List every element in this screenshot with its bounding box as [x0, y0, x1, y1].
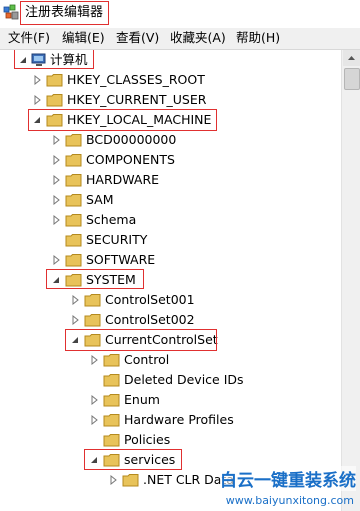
expand-arrow-icon[interactable] — [51, 135, 61, 145]
registry-editor-icon — [3, 4, 19, 20]
vertical-scrollbar[interactable] — [341, 50, 360, 511]
tree-label: Enum — [124, 392, 160, 407]
tree-label: Hardware Profiles — [124, 412, 234, 427]
folder-icon — [103, 354, 120, 367]
tree-node-control[interactable]: Control — [0, 350, 341, 370]
expand-arrow-icon[interactable] — [32, 75, 42, 85]
registry-tree: 计算机 HKEY_CLASSES_ROOT HKEY_CURRENT_USER … — [0, 50, 341, 511]
folder-icon — [65, 274, 82, 287]
expand-arrow-icon[interactable] — [51, 255, 61, 265]
tree-node-bcd[interactable]: BCD00000000 — [0, 130, 341, 150]
tree-node-components[interactable]: COMPONENTS — [0, 150, 341, 170]
tree-label: HKEY_CURRENT_USER — [67, 92, 207, 107]
expand-arrow-icon[interactable] — [51, 175, 61, 185]
folder-icon — [46, 114, 63, 127]
watermark-url: www.baiyunxitong.com — [225, 494, 354, 507]
menu-bar: 文件(F) 编辑(E) 查看(V) 收藏夹(A) 帮助(H) — [0, 28, 360, 50]
tree-label: SAM — [86, 192, 114, 207]
folder-icon — [65, 174, 82, 187]
folder-icon — [103, 434, 120, 447]
expand-arrow-icon[interactable] — [70, 295, 80, 305]
tree-node-hkcr[interactable]: HKEY_CLASSES_ROOT — [0, 70, 341, 90]
collapse-arrow-icon[interactable] — [70, 335, 80, 345]
tree-label: SECURITY — [86, 232, 148, 247]
tree-label: Policies — [124, 432, 171, 447]
tree-label: Control — [124, 352, 170, 367]
tree-label: ControlSet002 — [105, 312, 195, 327]
folder-icon — [46, 74, 63, 87]
tree-label: services — [124, 452, 176, 467]
tree-label: HKEY_CLASSES_ROOT — [67, 72, 205, 87]
collapse-arrow-icon[interactable] — [18, 55, 28, 65]
tree-node-currentcontrolset[interactable]: CurrentControlSet — [0, 330, 341, 350]
tree-node-schema[interactable]: Schema — [0, 210, 341, 230]
tree-node-software[interactable]: SOFTWARE — [0, 250, 341, 270]
folder-icon — [84, 294, 101, 307]
folder-icon — [84, 334, 101, 347]
computer-icon — [31, 53, 46, 66]
folder-icon — [103, 414, 120, 427]
expand-arrow-icon[interactable] — [89, 415, 99, 425]
tree-node-hklm[interactable]: HKEY_LOCAL_MACHINE — [0, 110, 341, 130]
menu-file[interactable]: 文件(F) — [8, 30, 50, 46]
tree-node-enum[interactable]: Enum — [0, 390, 341, 410]
expand-arrow-icon[interactable] — [51, 195, 61, 205]
expand-arrow-icon[interactable] — [51, 155, 61, 165]
expand-arrow-icon[interactable] — [51, 215, 61, 225]
tree-node-system[interactable]: SYSTEM — [0, 270, 341, 290]
watermark-text: 白云一键重装系统 — [220, 466, 356, 491]
folder-icon — [103, 394, 120, 407]
folder-icon — [103, 454, 120, 467]
expand-arrow-icon[interactable] — [89, 355, 99, 365]
tree-node-deleted-device-ids[interactable]: Deleted Device IDs — [0, 370, 341, 390]
folder-icon — [46, 94, 63, 107]
tree-label: SYSTEM — [86, 272, 136, 287]
tree-label: HARDWARE — [86, 172, 160, 187]
collapse-arrow-icon[interactable] — [32, 115, 42, 125]
tree-node-policies[interactable]: Policies — [0, 430, 341, 450]
expand-arrow-icon[interactable] — [89, 395, 99, 405]
tree-label: CurrentControlSet — [105, 332, 218, 347]
tree-node-hardware-profiles[interactable]: Hardware Profiles — [0, 410, 341, 430]
tree-node-sam[interactable]: SAM — [0, 190, 341, 210]
folder-icon — [65, 134, 82, 147]
tree-label: Deleted Device IDs — [124, 372, 244, 387]
expand-arrow-icon[interactable] — [70, 315, 80, 325]
scroll-thumb[interactable] — [344, 68, 360, 90]
tree-label: Schema — [86, 212, 137, 227]
folder-icon — [65, 214, 82, 227]
tree-label: SOFTWARE — [86, 252, 156, 267]
tree-node-hardware[interactable]: HARDWARE — [0, 170, 341, 190]
tree-node-hkcu[interactable]: HKEY_CURRENT_USER — [0, 90, 341, 110]
folder-icon — [65, 254, 82, 267]
window-title: 注册表编辑器 — [20, 1, 110, 25]
menu-favorites[interactable]: 收藏夹(A) — [170, 30, 226, 46]
tree-node-controlset001[interactable]: ControlSet001 — [0, 290, 341, 310]
collapse-arrow-icon[interactable] — [51, 275, 61, 285]
tree-node-computer[interactable]: 计算机 — [0, 50, 341, 70]
folder-icon — [103, 374, 120, 387]
expand-arrow-icon[interactable] — [108, 475, 118, 485]
folder-icon — [84, 314, 101, 327]
scroll-up-button[interactable] — [343, 50, 360, 66]
menu-help[interactable]: 帮助(H) — [236, 30, 280, 46]
tree-label: 计算机 — [50, 52, 88, 67]
title-bar: 注册表编辑器 — [0, 0, 360, 26]
tree-label: COMPONENTS — [86, 152, 175, 167]
tree-node-controlset002[interactable]: ControlSet002 — [0, 310, 341, 330]
chevron-up-icon — [348, 56, 355, 60]
tree-label: ControlSet001 — [105, 292, 195, 307]
expand-arrow-icon[interactable] — [32, 95, 42, 105]
tree-label: BCD00000000 — [86, 132, 177, 147]
folder-icon — [122, 474, 139, 487]
folder-icon — [65, 234, 82, 247]
tree-node-security[interactable]: SECURITY — [0, 230, 341, 250]
folder-icon — [65, 154, 82, 167]
tree-label: HKEY_LOCAL_MACHINE — [67, 112, 212, 127]
folder-icon — [65, 194, 82, 207]
menu-edit[interactable]: 编辑(E) — [62, 30, 105, 46]
menu-view[interactable]: 查看(V) — [116, 30, 159, 46]
collapse-arrow-icon[interactable] — [89, 455, 99, 465]
